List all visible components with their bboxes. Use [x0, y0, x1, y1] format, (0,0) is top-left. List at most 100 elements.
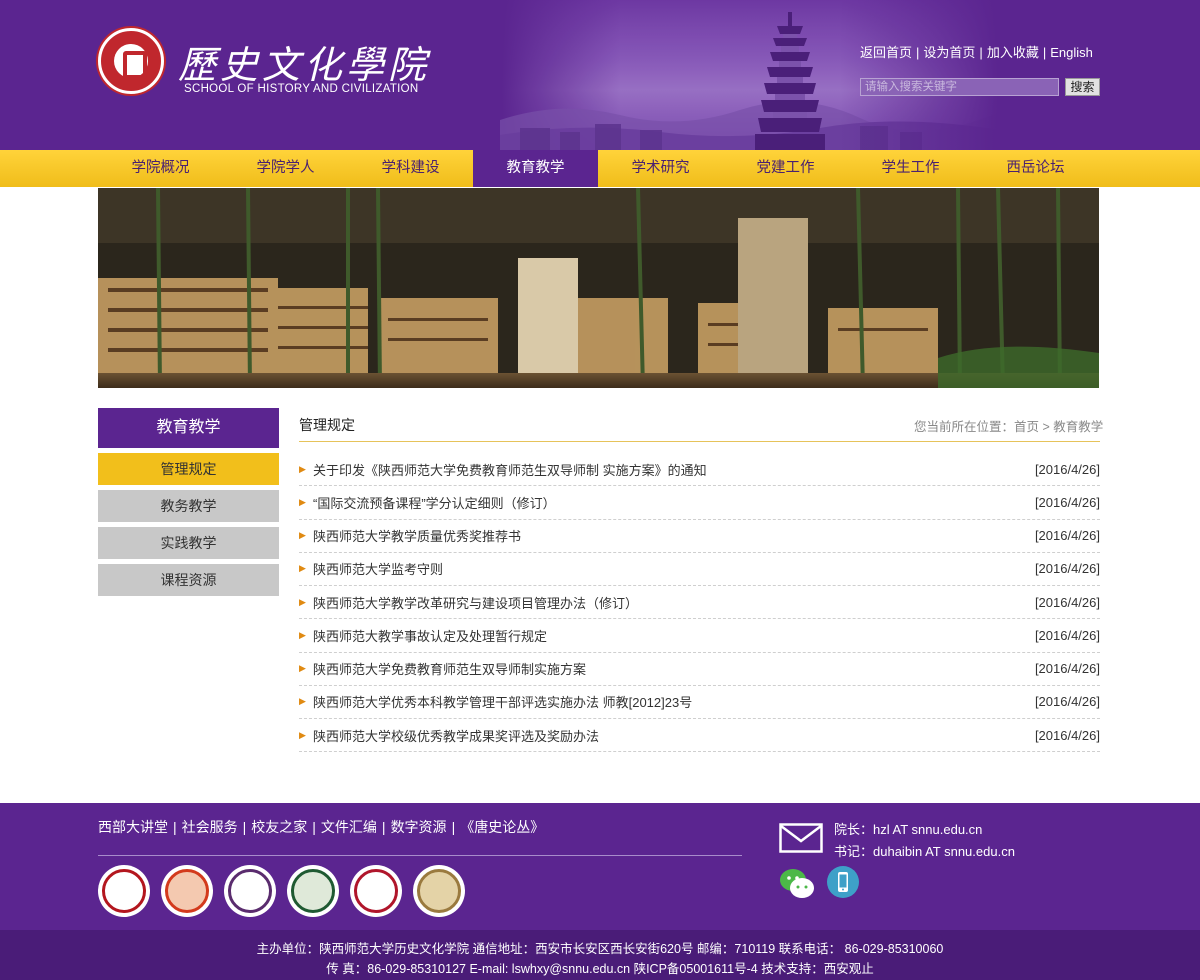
list-item[interactable]: ▶ 陕西师范大学教学改革研究与建设项目管理办法（修订） [2016/4/26] — [299, 586, 1100, 620]
regulation-list: ▶ 关于印发《陕西师范大学免费教育师范生双导师制 实施方案》的通知 [2016/4/… — [299, 453, 1100, 753]
footer-divider — [98, 855, 742, 856]
school-title-logo[interactable]: 歷史文化學院 — [178, 34, 430, 89]
pagoda-graphic — [755, 12, 825, 150]
footer-link-tang-history[interactable]: 《唐史论丛》 — [460, 819, 544, 835]
bullet-arrow-icon: ▶ — [299, 530, 306, 541]
top-links: 返回首页 | 设为首页 | 加入收藏 | English — [860, 45, 1093, 60]
bullet-arrow-icon: ▶ — [299, 596, 306, 607]
mobile-phone-icon[interactable] — [827, 866, 859, 898]
nav-item-xiyue-forum[interactable]: 西岳论坛 — [973, 150, 1098, 187]
list-item-title[interactable]: 陕西师范大教学事故认定及处理暂行规定 — [313, 626, 1020, 645]
footer-links: 西部大讲堂 | 社会服务 | 校友之家 | 文件汇编 | 数字资源 | 《唐史论丛》 — [98, 819, 545, 835]
bullet-arrow-icon: ▶ — [299, 729, 306, 740]
set-homepage-link[interactable]: 设为首页 — [923, 45, 975, 60]
back-home-link[interactable]: 返回首页 — [860, 45, 912, 60]
main-nav: 学院概况 学院学人 学科建设 教育教学 学术研究 党建工作 学生工作 西岳论坛 — [0, 150, 1200, 187]
breadcrumb: 您当前所在位置：首页 > 教育教学 — [914, 416, 1103, 435]
secretary-contact: 书记：duhaibin AT snnu.edu.cn — [834, 841, 1015, 860]
list-item[interactable]: ▶ 陕西师范大学教学质量优秀奖推荐书 [2016/4/26] — [299, 520, 1100, 553]
nav-item-student-work[interactable]: 学生工作 — [848, 150, 973, 187]
list-item[interactable]: ▶ 陕西师范大学优秀本科教学管理干部评选实施办法 师教[2012]23号 [2016… — [299, 686, 1100, 719]
secretary-label: 书记： — [834, 844, 874, 859]
list-item[interactable]: ▶ 关于印发《陕西师范大学免费教育师范生双导师制 实施方案》的通知 [2016/4/… — [299, 453, 1100, 487]
partner-university-logos — [98, 865, 476, 917]
sidebar-item-academic-affairs[interactable]: 教务教学 — [98, 490, 279, 522]
list-item-title[interactable]: 关于印发《陕西师范大学免费教育师范生双导师制 实施方案》的通知 — [313, 460, 1020, 479]
list-item-date: [2016/4/26] — [1034, 727, 1100, 743]
list-item-title[interactable]: 陕西师范大学监考守则 — [313, 559, 1020, 578]
nav-item-college-scholars[interactable]: 学院学人 — [223, 150, 348, 187]
content-divider — [299, 441, 1100, 442]
bullet-arrow-icon: ▶ — [299, 496, 306, 507]
footer-link-digital-resources[interactable]: 数字资源 — [391, 819, 447, 835]
bullet-arrow-icon: ▶ — [299, 629, 306, 640]
bullet-arrow-icon: ▶ — [299, 563, 306, 574]
mail-icon — [779, 823, 823, 853]
list-item-date: [2016/4/26] — [1034, 461, 1100, 477]
wechat-icon[interactable] — [779, 866, 815, 902]
nav-item-academic-research[interactable]: 学术研究 — [598, 150, 723, 187]
site-header: 歷史文化學院 SCHOOL OF HISTORY AND CIVILIZATIO… — [0, 0, 1200, 150]
copyright-bar: 主办单位：陕西师范大学历史文化学院 通信地址：西安市长安区西长安街620号 邮编… — [0, 930, 1200, 980]
address-line: 主办单位：陕西师范大学历史文化学院 通信地址：西安市长安区西长安街620号 邮编… — [256, 942, 944, 956]
list-item[interactable]: ▶ 陕西师范大教学事故认定及处理暂行规定 [2016/4/26] — [299, 619, 1100, 653]
list-item-title[interactable]: 陕西师范大学免费教育师范生双导师制实施方案 — [313, 659, 1020, 678]
fudan-university-logo[interactable] — [161, 865, 213, 917]
sidebar-item-practical-teaching[interactable]: 实践教学 — [98, 527, 279, 559]
list-item[interactable]: ▶ 陕西师范大学校级优秀教学成果奖评选及奖励办法 [2016/4/26] — [299, 719, 1100, 753]
library-banner-image — [98, 188, 1099, 388]
nav-item-discipline-building[interactable]: 学科建设 — [348, 150, 473, 187]
sidebar-item-regulations[interactable]: 管理规定 — [98, 453, 279, 485]
nav-item-party-work[interactable]: 党建工作 — [723, 150, 848, 187]
header-pagoda-image — [500, 0, 1000, 150]
list-item-date: [2016/4/26] — [1034, 561, 1100, 577]
list-item[interactable]: ▶ 陕西师范大学监考守则 [2016/4/26] — [299, 553, 1100, 586]
breadcrumb-separator: > — [1039, 420, 1054, 434]
content-title: 管理规定 — [299, 417, 355, 433]
breadcrumb-current[interactable]: 教育教学 — [1053, 420, 1103, 434]
list-item-title[interactable]: 陕西师范大学教学质量优秀奖推荐书 — [313, 526, 1020, 545]
nav-item-education-teaching[interactable]: 教育教学 — [473, 150, 598, 187]
peking-university-logo[interactable] — [98, 865, 150, 917]
list-item-title[interactable]: “国际交流预备课程”学分认定细则（修订） — [313, 493, 1020, 512]
list-item[interactable]: ▶ “国际交流预备课程”学分认定细则（修订） [2016/4/26] — [299, 486, 1100, 520]
nav-item-college-overview[interactable]: 学院概况 — [98, 150, 223, 187]
list-item-date: [2016/4/26] — [1034, 694, 1100, 710]
school-subtitle: SCHOOL OF HISTORY AND CIVILIZATION — [184, 83, 419, 95]
dean-email: hzl AT snnu.edu.cn — [873, 822, 983, 837]
dean-contact: 院长：hzl AT snnu.edu.cn — [834, 819, 982, 838]
footer-link-documents[interactable]: 文件汇编 — [321, 819, 377, 835]
northwest-university-logo[interactable] — [413, 865, 465, 917]
add-favorite-link[interactable]: 加入收藏 — [987, 45, 1039, 60]
breadcrumb-prefix: 您当前所在位置： — [914, 420, 1015, 434]
sidebar-title: 教育教学 — [98, 408, 279, 448]
footer-link-western-lecture[interactable]: 西部大讲堂 — [98, 819, 168, 835]
renmin-university-logo[interactable] — [350, 865, 402, 917]
search-input[interactable] — [860, 78, 1059, 96]
footer-link-social-service[interactable]: 社会服务 — [182, 819, 238, 835]
breadcrumb-home[interactable]: 首页 — [1014, 420, 1039, 434]
sidebar-item-course-resources[interactable]: 课程资源 — [98, 564, 279, 596]
list-item-title[interactable]: 陕西师范大学优秀本科教学管理干部评选实施办法 师教[2012]23号 — [313, 692, 1020, 711]
list-item-date: [2016/4/26] — [1034, 594, 1100, 610]
list-item-title[interactable]: 陕西师范大学校级优秀教学成果奖评选及奖励办法 — [313, 726, 1020, 745]
secretary-email: duhaibin AT snnu.edu.cn — [873, 844, 1015, 859]
footer-link-alumni[interactable]: 校友之家 — [251, 819, 307, 835]
list-item-date: [2016/4/26] — [1034, 627, 1100, 643]
list-item[interactable]: ▶ 陕西师范大学免费教育师范生双导师制实施方案 [2016/4/26] — [299, 653, 1100, 686]
bullet-arrow-icon: ▶ — [299, 696, 306, 707]
bullet-arrow-icon: ▶ — [299, 663, 306, 674]
search-button[interactable]: 搜索 — [1065, 78, 1100, 96]
dean-label: 院长： — [834, 822, 874, 837]
english-link[interactable]: English — [1050, 45, 1093, 60]
bullet-arrow-icon: ▶ — [299, 463, 306, 474]
contact-line: 传 真：86-029-85310127 E-mail: lswhxy@snnu.… — [326, 962, 874, 976]
list-item-date: [2016/4/26] — [1034, 528, 1100, 544]
library-illustration — [98, 188, 1099, 388]
wuhan-university-logo[interactable] — [287, 865, 339, 917]
nankai-university-logo[interactable] — [224, 865, 276, 917]
list-item-title[interactable]: 陕西师范大学教学改革研究与建设项目管理办法（修订） — [313, 593, 1020, 612]
list-item-date: [2016/4/26] — [1034, 494, 1100, 510]
school-seal-logo[interactable] — [98, 28, 164, 94]
list-item-date: [2016/4/26] — [1034, 661, 1100, 677]
